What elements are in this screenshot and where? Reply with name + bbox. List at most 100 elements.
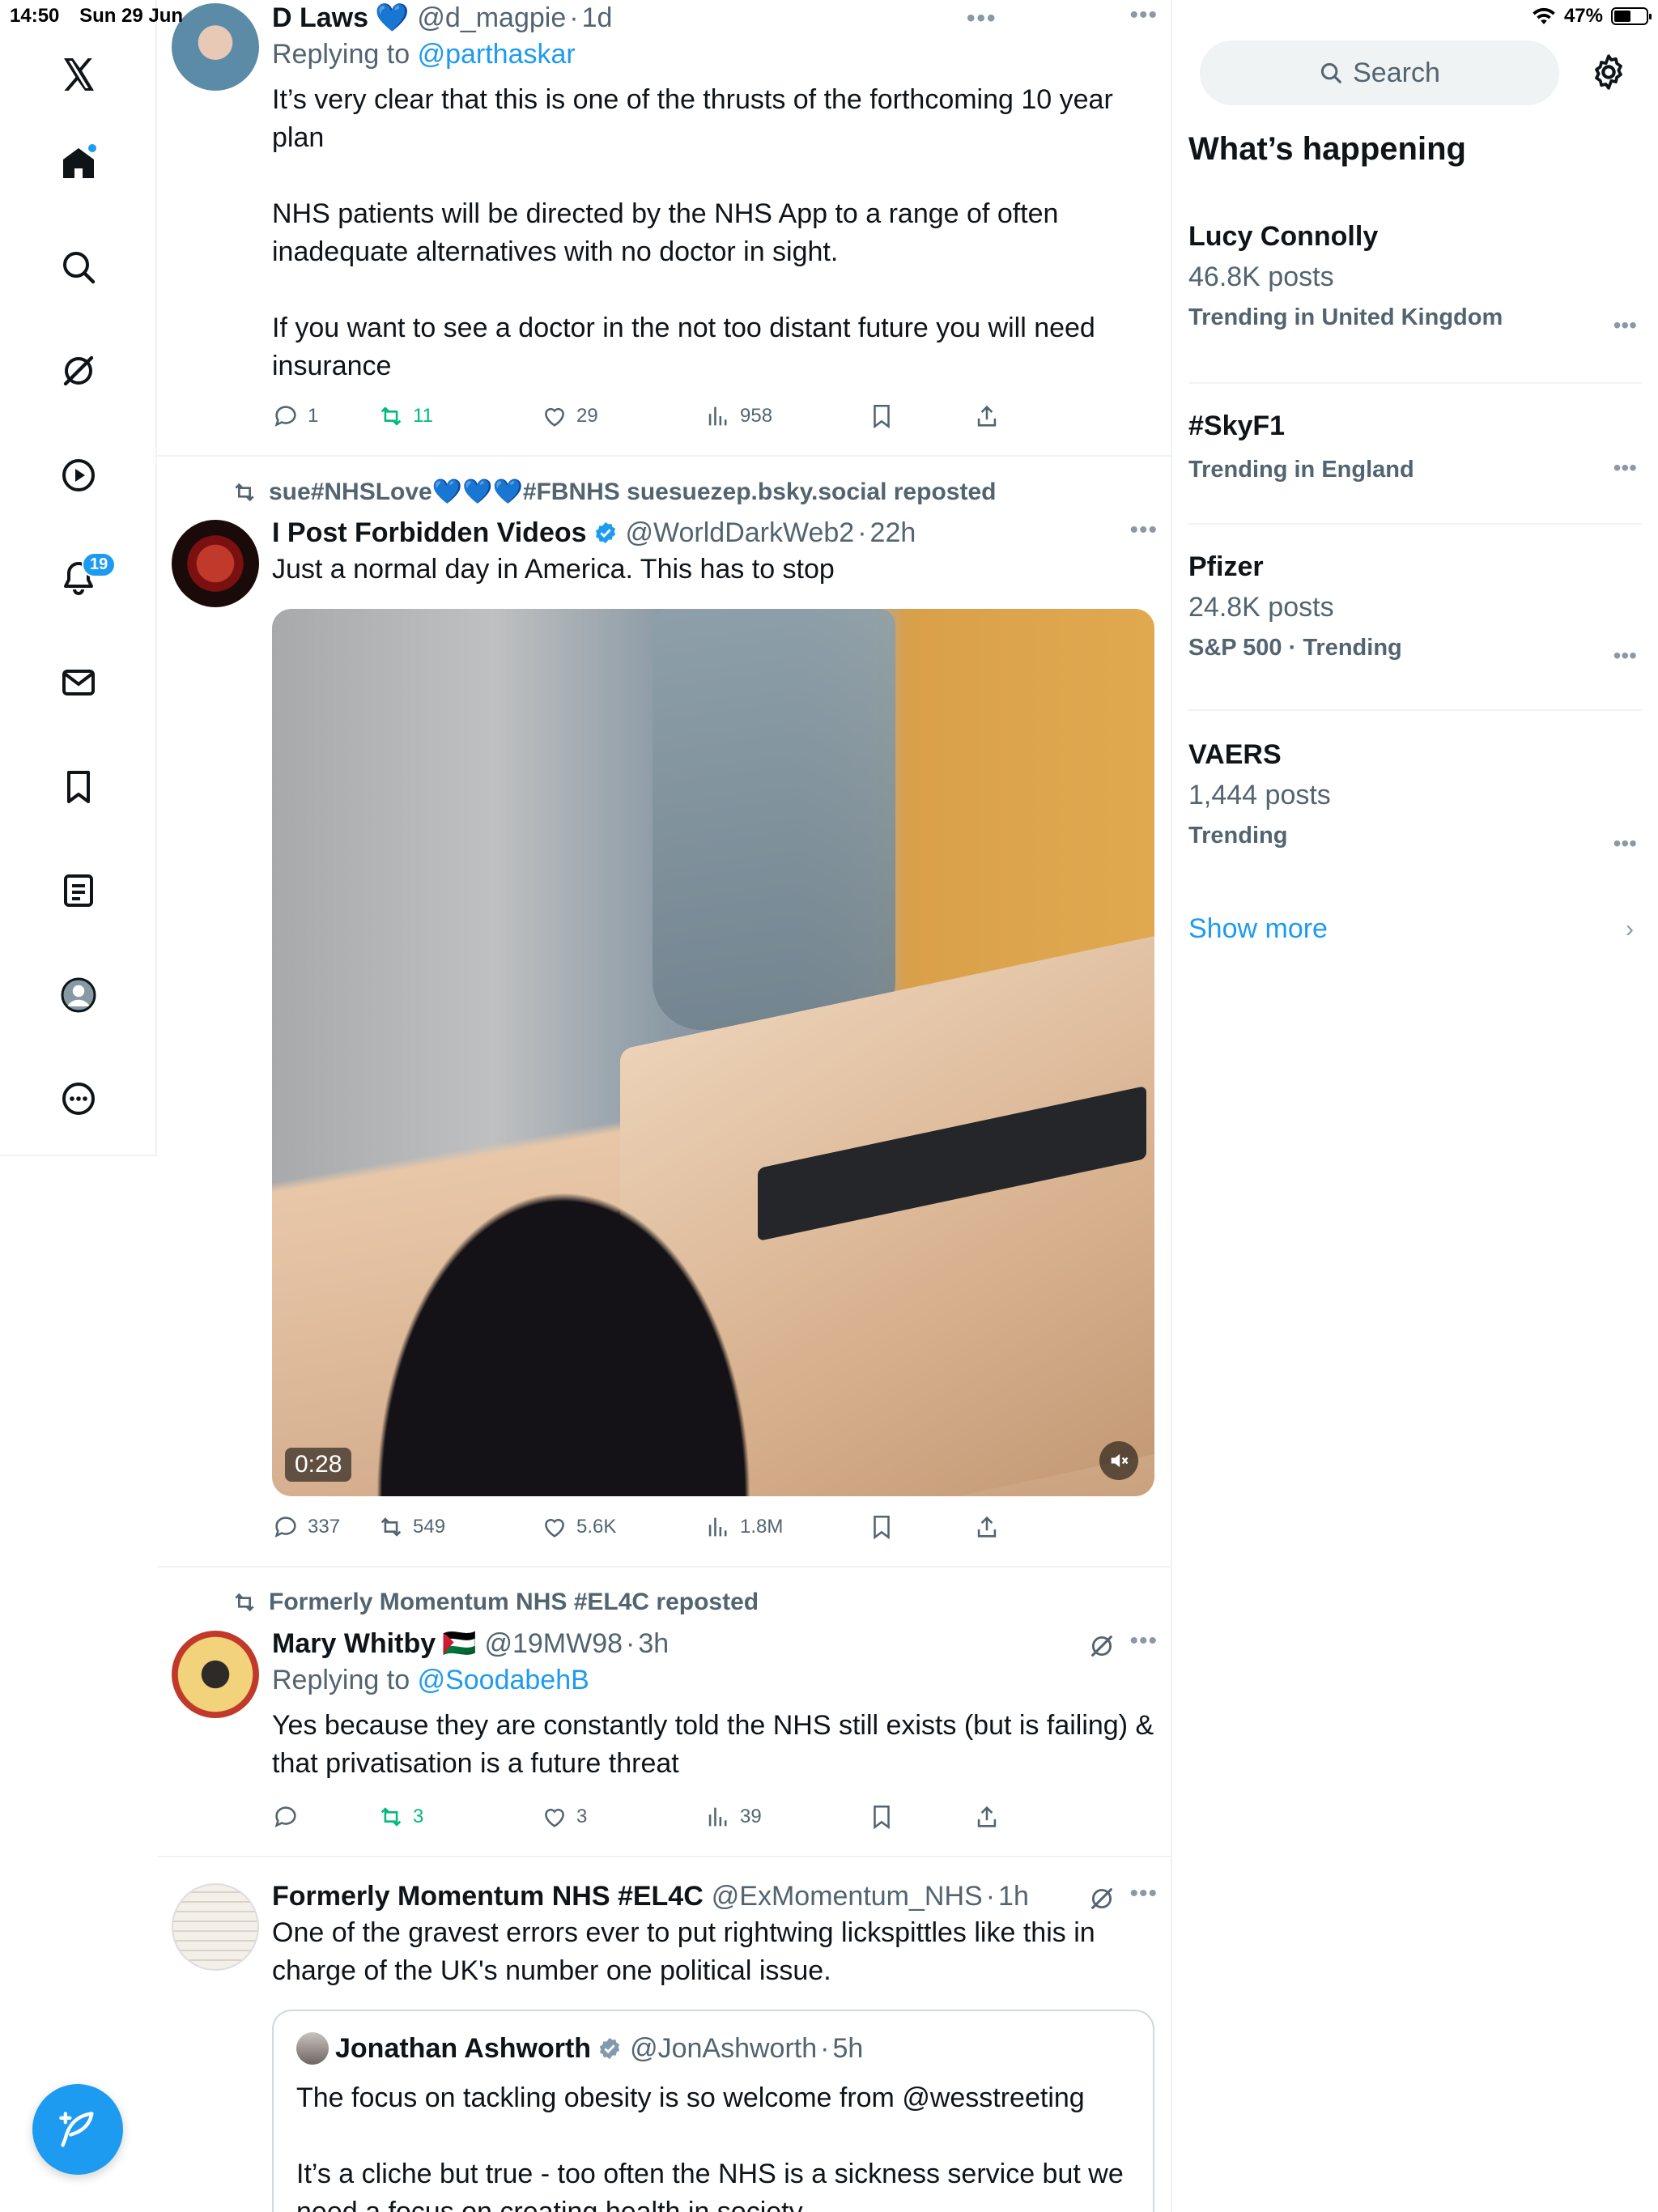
share-button[interactable] [973, 402, 1078, 430]
mute-button[interactable] [1099, 1441, 1138, 1480]
share-button[interactable] [973, 1513, 1078, 1541]
trend-name: #SkyF1 [1188, 410, 1286, 441]
repost-icon [380, 1517, 402, 1537]
video-play-icon[interactable] [45, 441, 113, 509]
trend-more-icon[interactable]: ••• [1613, 643, 1637, 669]
reply-button[interactable]: 1 [272, 402, 377, 430]
bookmark-icon [874, 404, 890, 429]
author-handle[interactable]: @WorldDarkWeb2 [626, 515, 855, 551]
repost-context[interactable]: Formerly Momentum NHS #EL4C reposted [232, 1589, 759, 1616]
bookmark-button[interactable] [868, 1803, 973, 1831]
messages-envelope-icon[interactable] [45, 649, 113, 717]
tweet-text: Just a normal day in America. This has t… [272, 554, 835, 585]
grok-icon[interactable] [1088, 1632, 1116, 1660]
more-options-icon[interactable]: ••• [1129, 1880, 1158, 1908]
share-icon [977, 1806, 997, 1827]
like-button[interactable]: 29 [541, 402, 704, 430]
repost-button[interactable]: 3 [377, 1803, 541, 1831]
views-button[interactable]: 958 [704, 402, 868, 430]
wifi-icon [1533, 7, 1555, 25]
home-icon[interactable] [45, 130, 113, 198]
repost-icon [380, 406, 402, 426]
more-options-icon[interactable]: ••• [1129, 1627, 1158, 1655]
like-button[interactable]: 3 [541, 1803, 704, 1831]
x-logo-icon[interactable] [45, 40, 113, 108]
views-button[interactable]: 39 [704, 1803, 868, 1831]
verified-grey-badge-icon [599, 2037, 620, 2060]
lists-icon[interactable] [45, 857, 113, 925]
trend-more-icon[interactable]: ••• [1613, 831, 1637, 857]
heart-icon [545, 407, 564, 427]
tweet[interactable]: D Laws 💙 @d_magpie · 1d Replying to @par… [157, 0, 1171, 457]
author-name[interactable]: Formerly Momentum NHS #EL4C [272, 1878, 704, 1914]
like-button[interactable]: 5.6K [541, 1513, 704, 1541]
reply-button[interactable]: 337 [272, 1513, 377, 1541]
explore-search-icon[interactable] [45, 233, 113, 301]
speaker-muted-icon [1111, 1453, 1129, 1468]
bookmark-button[interactable] [868, 402, 973, 430]
tweet-time[interactable]: 1h [998, 1878, 1029, 1914]
compose-post-button[interactable] [32, 2084, 123, 2175]
author-handle[interactable]: @d_magpie [417, 0, 566, 36]
reply-icon [274, 406, 296, 428]
avatar[interactable] [172, 1883, 259, 1971]
tweet-text: One of the gravest errors ever to put ri… [272, 1917, 1103, 1986]
repost-button[interactable]: 549 [377, 1513, 541, 1541]
trend-context: S&P 500 · Trending [1188, 635, 1402, 661]
blue-heart-emoji: 💙 [375, 2, 410, 33]
notifications-bell-icon[interactable]: 19 [45, 544, 117, 612]
tweet[interactable]: Formerly Momentum NHS #EL4C reposted Mar… [157, 1568, 1171, 1857]
profile-avatar-icon[interactable] [45, 961, 113, 1029]
reply-button[interactable] [272, 1803, 377, 1831]
quote-header: Jonathan Ashworth @JonAshworth · 5h [296, 2031, 863, 2066]
chevron-right-icon: › [1626, 915, 1634, 942]
trend-item[interactable]: VAERS 1,444 posts Trending ••• [1188, 735, 1642, 881]
more-options-icon[interactable]: ••• [1129, 517, 1158, 544]
bookmark-button[interactable] [868, 1513, 973, 1541]
author-name[interactable]: D Laws [272, 0, 368, 36]
grok-icon[interactable] [45, 337, 113, 405]
repost-button[interactable]: 11 [377, 402, 541, 430]
author-name[interactable]: Mary Whitby [272, 1626, 436, 1661]
author-handle[interactable]: @19MW98 [484, 1626, 623, 1661]
grok-icon[interactable] [1088, 1885, 1116, 1912]
trend-item[interactable]: Pfizer 24.8K posts S&P 500 · Trending ••… [1188, 547, 1642, 711]
quoted-tweet[interactable]: Jonathan Ashworth @JonAshworth · 5h The … [272, 2010, 1154, 2212]
trend-item[interactable]: Lucy Connolly 46.8K posts Trending in Un… [1188, 217, 1642, 384]
author-handle[interactable]: @ExMomentum_NHS [712, 1878, 983, 1914]
avatar[interactable] [172, 1631, 259, 1718]
tweet-time[interactable]: 1d [582, 0, 613, 36]
share-button[interactable] [973, 1803, 1078, 1831]
avatar[interactable] [172, 520, 259, 607]
tweet[interactable]: Formerly Momentum NHS #EL4C @ExMomentum_… [157, 1857, 1171, 2212]
verified-badge-icon [595, 521, 615, 544]
more-circle-icon[interactable] [45, 1065, 113, 1133]
author-name[interactable]: I Post Forbidden Videos [272, 515, 587, 551]
settings-gear-icon[interactable] [1588, 52, 1629, 92]
tweet-header: D Laws 💙 @d_magpie · 1d [272, 0, 1158, 36]
repost-context[interactable]: sue#NHSLove💙💙💙#FBNHS suesuezep.bsky.soci… [232, 478, 996, 506]
quote-text: The focus on tackling obesity is so welc… [296, 2082, 1124, 2212]
tweet[interactable]: sue#NHSLove💙💙💙#FBNHS suesuezep.bsky.soci… [157, 457, 1171, 1568]
bookmarks-icon[interactable] [45, 753, 113, 821]
show-more-link[interactable]: Show more › [1188, 913, 1642, 945]
trend-posts: 1,444 posts [1188, 780, 1331, 810]
reply-target-link[interactable]: @SoodabehB [418, 1665, 589, 1695]
home-unread-dot [87, 143, 98, 154]
trend-name: Lucy Connolly [1188, 221, 1379, 252]
video-player[interactable]: 0:28 [272, 609, 1154, 1496]
search-input[interactable]: Search [1200, 40, 1559, 105]
more-options-icon[interactable]: ••• [1129, 2, 1158, 29]
reply-target-link[interactable]: @parthaskar [418, 39, 576, 70]
share-icon [977, 405, 997, 427]
trend-more-icon[interactable]: ••• [1613, 455, 1637, 481]
tweet-actions: 337 549 5.6K 1.8M [272, 1511, 1124, 1543]
trend-item[interactable]: #SkyF1 Trending in England ••• [1188, 406, 1642, 525]
tweet-time[interactable]: 3h [638, 1626, 669, 1661]
views-chart-icon [708, 406, 727, 426]
views-button[interactable]: 1.8M [704, 1513, 868, 1541]
status-date: Sun 29 Jun [79, 5, 184, 27]
tweet-time[interactable]: 22h [870, 515, 916, 551]
tweet-header: Mary Whitby 🇵🇸 @19MW98 · 3h [272, 1626, 1158, 1661]
trend-more-icon[interactable]: ••• [1613, 313, 1637, 338]
